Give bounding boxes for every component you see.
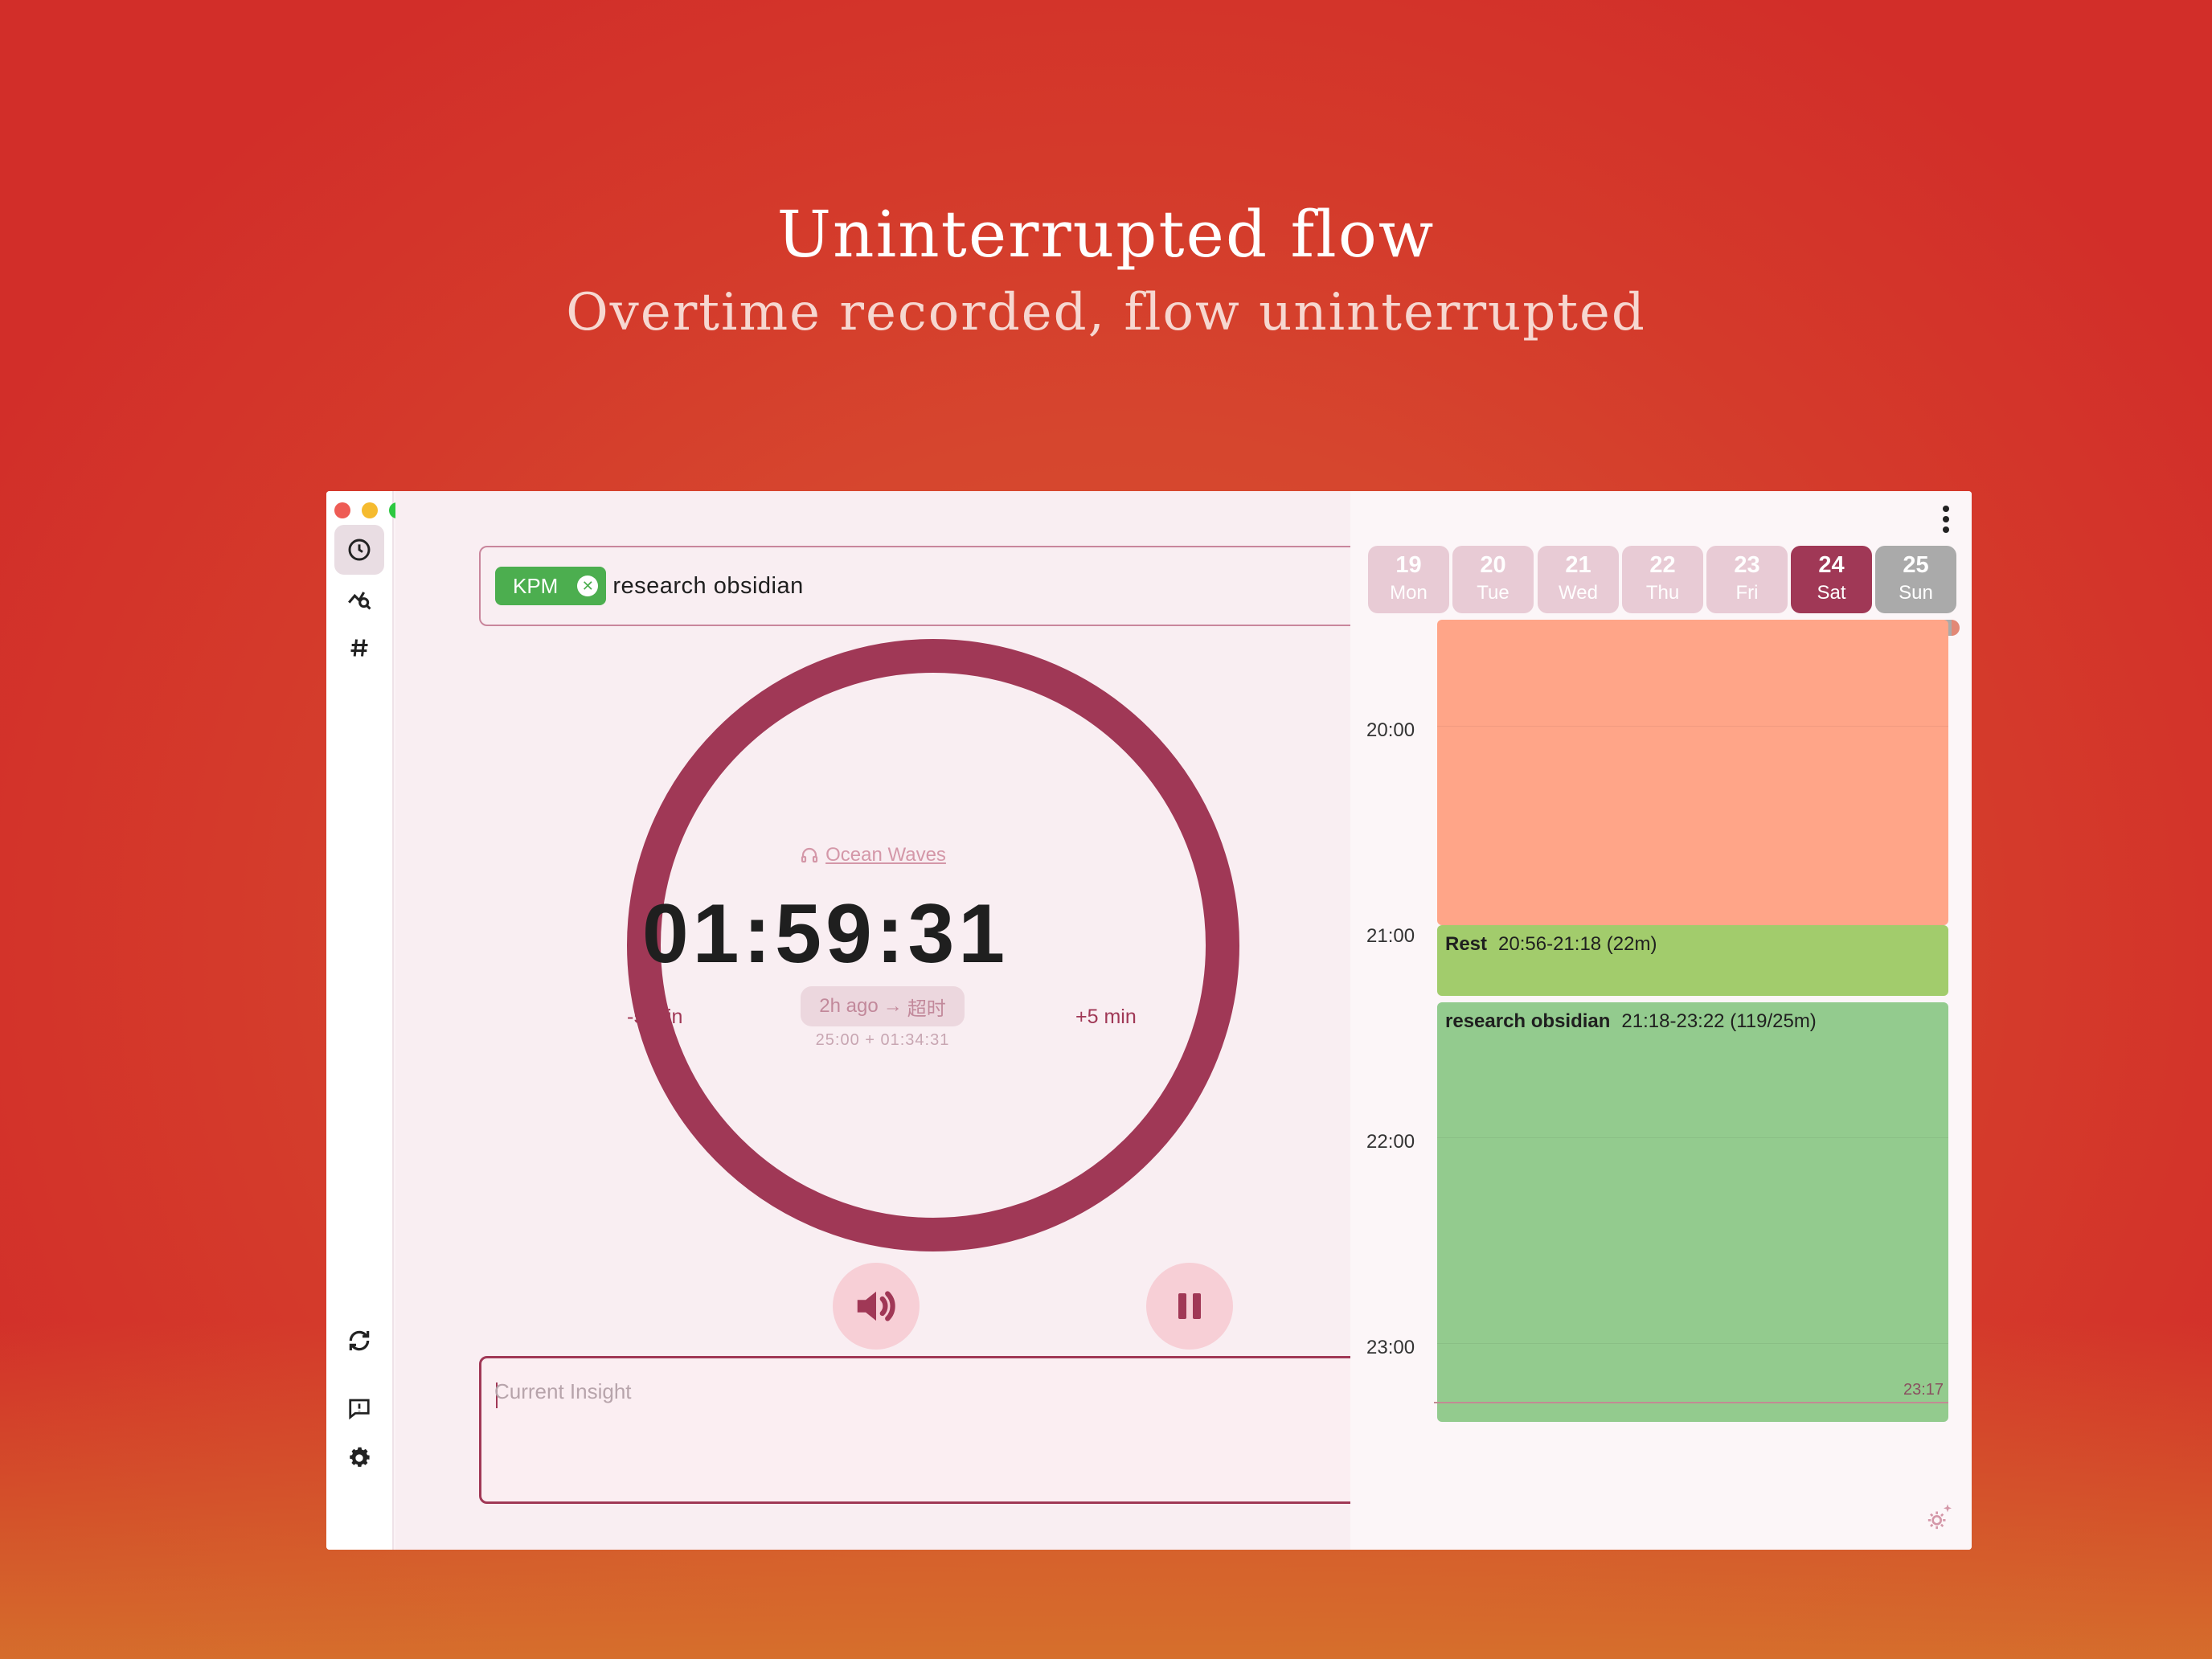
day-weekday: Mon [1390,582,1428,604]
day-weekday: Thu [1645,582,1680,604]
gear-icon [350,1447,370,1467]
event-title: Rest 20:56-21:18 (22m) [1445,933,1657,956]
clock-icon [348,539,371,561]
day-25[interactable]: 25 Sun [1875,546,1956,613]
chart-search-icon [348,592,371,610]
hour-label: 23:00 [1366,1337,1415,1358]
task-tag[interactable]: KPM ✕ [495,567,607,605]
calendar-panel: 19 Mon 20 Tue 21 Wed 22 Thu 23 Fri 24 Sa… [1350,491,1972,1550]
day-number: 21 [1565,552,1591,578]
day-number: 24 [1818,552,1845,578]
hour-label: 21:00 [1366,925,1415,947]
day-number: 19 [1395,552,1422,578]
sound-button[interactable] [833,1263,920,1350]
insight-input[interactable] [494,1379,1362,1404]
ambient-sound-label: Ocean Waves [825,844,946,866]
arrow-right-icon: → [883,995,903,1017]
sidebar-item-feedback[interactable] [334,1383,384,1433]
day-weekday: Sun [1899,582,1933,604]
remove-tag-icon[interactable]: ✕ [577,576,599,596]
event-name: Rest [1445,933,1488,955]
calendar-event-rest[interactable]: Rest 20:56-21:18 (22m) [1437,925,1948,996]
task-name: research obsidian [612,572,804,599]
hour-gridline [1437,726,1948,727]
day-24[interactable]: 24 Sat [1791,546,1872,613]
timer-panel: KPM ✕ research obsidian Ocean Waves 01:5… [395,491,1545,1550]
app-window: KPM ✕ research obsidian Ocean Waves 01:5… [326,491,1972,1550]
sidebar-item-sync[interactable] [334,1316,384,1366]
insight-box [479,1356,1382,1504]
calendar-event-focus-previous[interactable] [1437,620,1948,925]
event-range: 20:56-21:18 (22m) [1498,933,1657,955]
ai-settings-icon[interactable] [1923,1501,1956,1534]
promo-subtitle: Overtime recorded, flow uninterrupted [566,283,1646,342]
speaker-icon [857,1291,895,1321]
overtime-label: 超时 [907,997,946,1020]
sidebar-item-settings[interactable] [334,1433,384,1483]
ambient-sound-link[interactable]: Ocean Waves [395,844,1350,866]
sync-icon [349,1330,370,1351]
timer-display: 01:59:31 [641,887,1010,981]
day-23[interactable]: 23 Fri [1706,546,1788,613]
day-number: 20 [1480,552,1506,578]
day-19[interactable]: 19 Mon [1368,546,1449,613]
day-number: 23 [1734,552,1760,578]
task-tag-label: KPM [513,573,559,598]
day-weekday: Sat [1817,582,1846,604]
minus-five-button[interactable]: -5 min [627,1006,682,1029]
day-number: 22 [1649,552,1676,578]
hour-gridline [1437,1137,1948,1138]
started-ago-badge[interactable]: 2h ago → 超时 [801,986,965,1026]
day-number: 25 [1903,552,1929,578]
hour-label: 20:00 [1366,719,1415,741]
started-ago-label: 2h ago [819,995,879,1017]
hour-label: 22:00 [1366,1131,1415,1153]
event-range: 21:18-23:22 (119/25m) [1621,1010,1817,1032]
day-21[interactable]: 21 Wed [1538,546,1619,613]
minimize-window-button[interactable] [362,502,378,518]
task-input[interactable]: KPM ✕ research obsidian [479,546,1382,626]
event-name: research obsidian [1445,1010,1611,1032]
feedback-icon [349,1399,370,1420]
more-vertical-icon[interactable] [1940,506,1952,533]
day-20[interactable]: 20 Tue [1452,546,1534,613]
day-weekday: Wed [1559,582,1598,604]
sidebar-item-timer[interactable] [334,525,384,575]
overtime-detail: 25:00 + 01:34:31 [815,1031,950,1049]
event-title: research obsidian 21:18-23:22 (119/25m) [1445,1010,1817,1033]
day-22[interactable]: 22 Thu [1622,546,1703,613]
sidebar-item-tags[interactable] [334,623,384,673]
pause-icon [1178,1293,1201,1319]
plus-five-button[interactable]: +5 min [1075,1006,1137,1029]
pause-button[interactable] [1146,1263,1233,1350]
hour-gridline [1437,1343,1948,1344]
day-weekday: Fri [1735,582,1759,604]
current-time-line [1434,1402,1948,1403]
current-time-label: 23:17 [1903,1381,1944,1399]
sidebar [326,491,405,1550]
day-weekday: Tue [1477,582,1509,604]
calendar-event-focus-current[interactable]: research obsidian 21:18-23:22 (119/25m) [1437,1002,1948,1422]
close-window-button[interactable] [334,502,350,518]
sidebar-item-stats[interactable] [334,573,384,623]
hashtag-icon [350,639,368,657]
headphones-icon [801,847,818,863]
promo-title: Uninterrupted flow [776,197,1436,272]
